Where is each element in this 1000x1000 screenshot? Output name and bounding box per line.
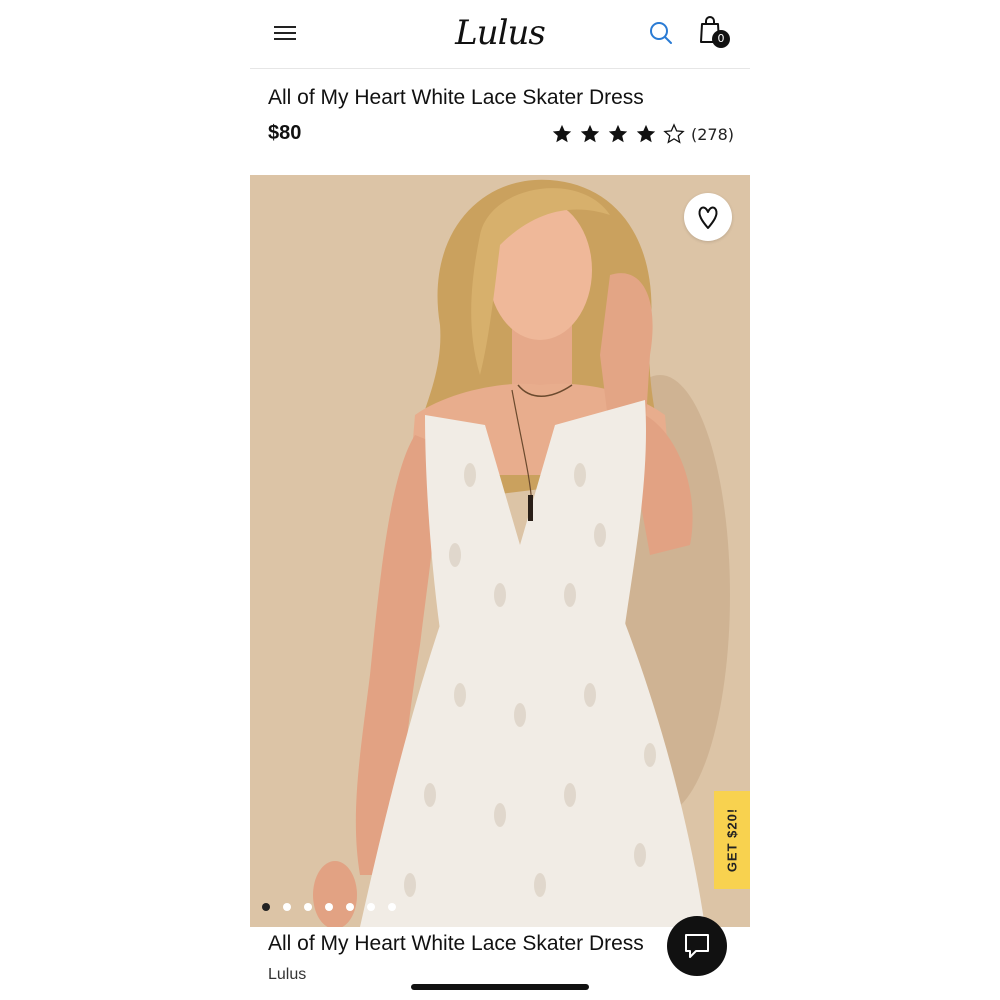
carousel-dot[interactable]: [388, 903, 396, 911]
page: Lulus 0 All of My Heart White Lace Skate…: [0, 0, 1000, 1000]
site-header: Lulus 0: [250, 0, 750, 69]
star-filled-icon: [580, 124, 600, 143]
heart-icon: [698, 206, 718, 229]
carousel-pagination: [262, 903, 409, 913]
star-filled-icon: [608, 124, 628, 143]
product-image-carousel[interactable]: GET $20!: [250, 175, 750, 927]
star-filled-icon: [636, 124, 656, 143]
star-filled-icon: [552, 124, 572, 143]
wishlist-button[interactable]: [684, 193, 732, 241]
carousel-dot[interactable]: [346, 903, 354, 911]
carousel-dot[interactable]: [325, 903, 333, 911]
menu-line: [274, 26, 296, 28]
carousel-dot[interactable]: [283, 903, 291, 911]
cart-button[interactable]: 0: [698, 16, 734, 52]
cart-count-badge: 0: [712, 30, 730, 48]
carousel-dot[interactable]: [304, 903, 312, 911]
carousel-dot[interactable]: [367, 903, 375, 911]
search-icon: [650, 22, 672, 44]
sticky-product-title: All of My Heart White Lace Skater Dress: [268, 932, 644, 955]
sticky-brand-name: Lulus: [268, 966, 307, 983]
star-empty-icon: [663, 123, 685, 144]
hamburger-menu-button[interactable]: [272, 20, 298, 46]
home-indicator: [411, 984, 589, 990]
chat-button[interactable]: [667, 916, 727, 976]
product-photo: [250, 175, 750, 927]
product-price: $80: [268, 122, 302, 144]
product-title: All of My Heart White Lace Skater Dress: [268, 86, 644, 109]
menu-line: [274, 32, 296, 34]
mobile-screen: Lulus 0 All of My Heart White Lace Skate…: [250, 0, 750, 1000]
logo-text: Lulus: [455, 13, 546, 53]
promo-label: GET $20!: [724, 807, 740, 873]
carousel-dot[interactable]: [262, 903, 270, 911]
promo-tab[interactable]: GET $20!: [714, 791, 750, 889]
menu-line: [274, 38, 296, 40]
chat-bubble-icon: [685, 934, 709, 958]
review-count: (278): [690, 124, 734, 144]
search-button[interactable]: [648, 20, 674, 46]
logo[interactable]: Lulus: [450, 10, 550, 56]
rating[interactable]: (278): [545, 120, 734, 148]
